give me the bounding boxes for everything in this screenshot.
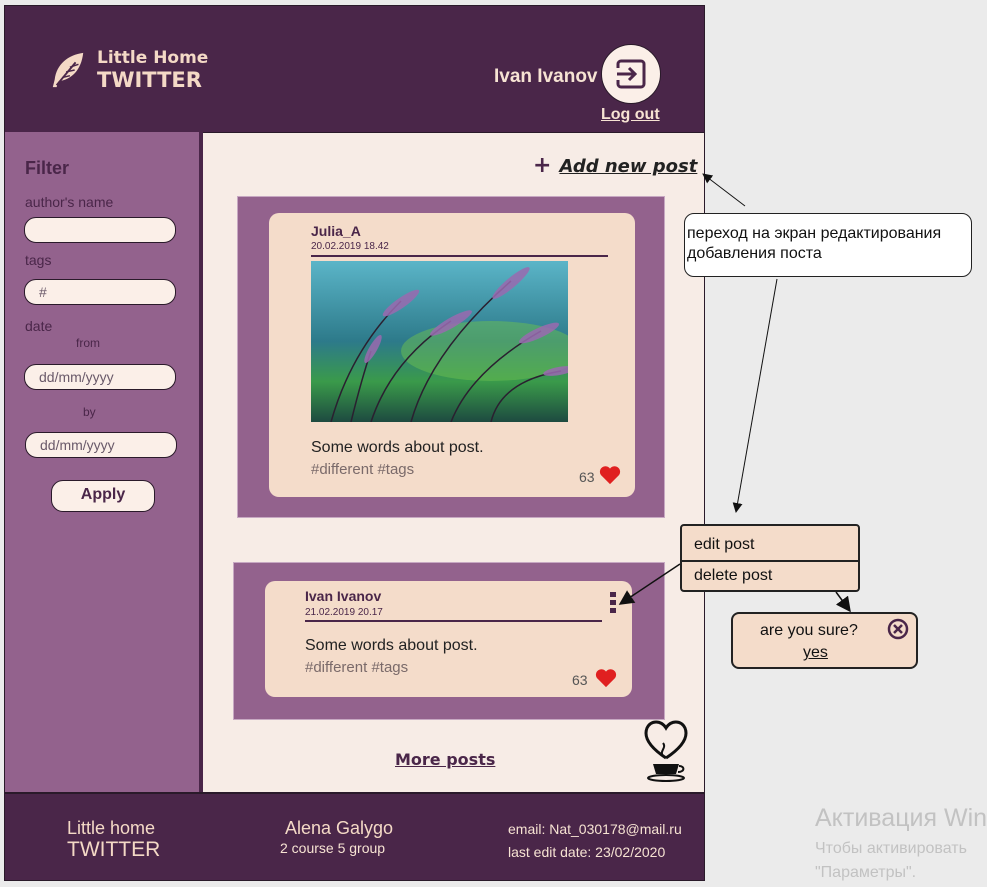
delete-post-menu-item[interactable]: delete post [694,567,772,585]
add-post-annotation: переход на экран редактирования добавлен… [684,213,972,277]
confirm-question: are you sure? [760,622,858,639]
annotation-arrows [618,173,851,613]
post-options-menu: edit post delete post [680,524,860,592]
windows-activation-title: Активация Win [815,804,987,832]
windows-activation-line3: "Параметры". [815,864,917,881]
menu-divider [682,560,858,562]
windows-activation-line2: Чтобы активировать [815,840,967,857]
edit-post-menu-item[interactable]: edit post [694,536,754,554]
delete-confirm-popup: are you sure? yes [731,612,918,669]
confirm-yes-link[interactable]: yes [803,644,828,662]
close-icon[interactable] [887,618,909,640]
